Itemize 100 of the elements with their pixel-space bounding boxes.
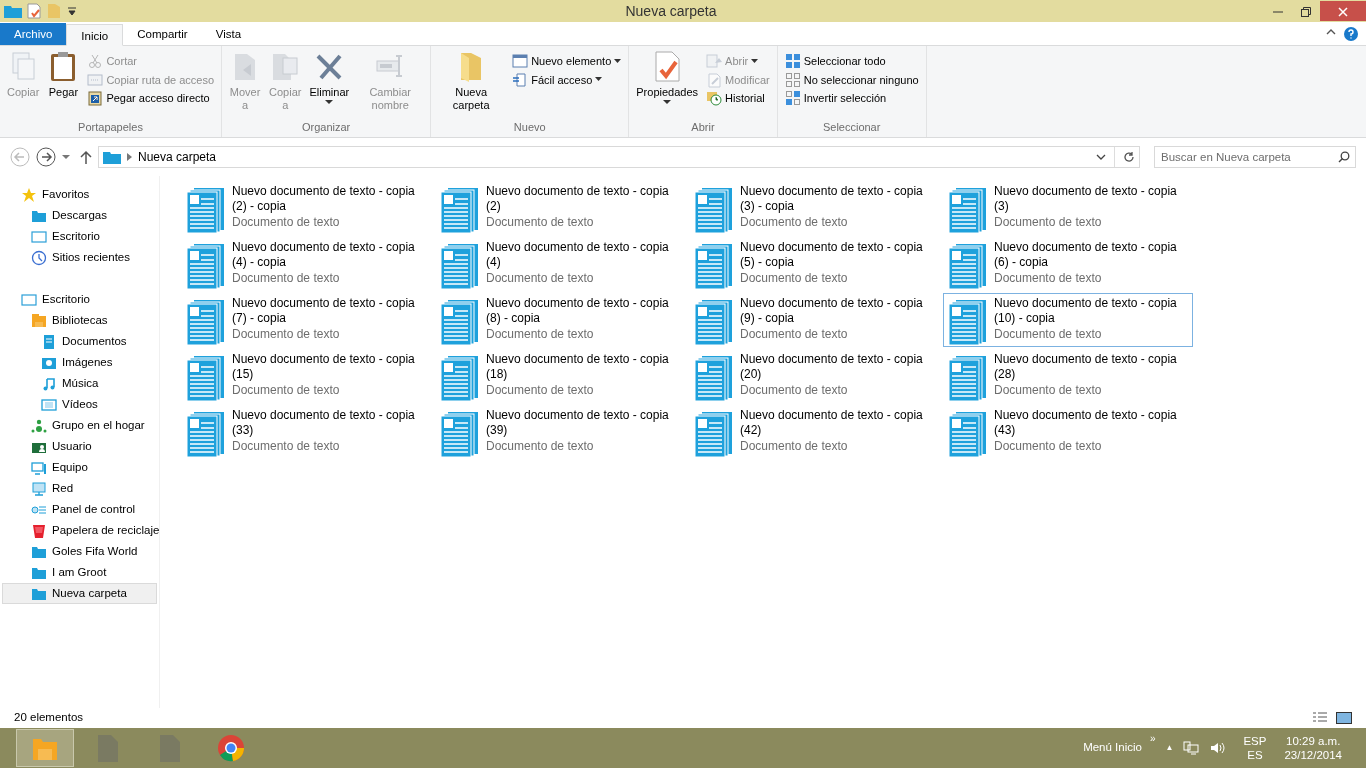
ribbon-button[interactable]: Nueva carpeta (435, 48, 508, 119)
details-view-icon[interactable] (1312, 711, 1328, 725)
sidebar-item[interactable]: Escritorio (2, 226, 157, 247)
ribbon-tab[interactable]: Compartir (123, 23, 202, 45)
tray-arrow[interactable]: ▲ (1165, 742, 1174, 754)
file-item[interactable]: Nuevo documento de texto - copia (42) Documento de texto (689, 405, 939, 459)
file-item[interactable]: Nuevo documento de texto - copia (9) - copia Documento de texto (689, 293, 939, 347)
ribbon-button[interactable]: Nuevo elemento (509, 52, 625, 71)
dropdown-icon[interactable] (1096, 153, 1106, 161)
ribbon-button[interactable]: Eliminar (306, 48, 353, 119)
sidebar-item[interactable]: Sitios recientes (2, 247, 157, 268)
sidebar-item[interactable]: Grupo en el hogar (2, 415, 157, 436)
search-icon[interactable] (1338, 151, 1350, 163)
network-icon[interactable] (1183, 740, 1200, 756)
file-item[interactable]: Nuevo documento de texto - copia (15) Documento de texto (181, 349, 431, 403)
ribbon-button[interactable]: Seleccionar todo (781, 52, 922, 71)
ribbon-button[interactable]: Pegar (44, 48, 83, 119)
file-item[interactable]: Nuevo documento de texto - copia (18) Documento de texto (435, 349, 685, 403)
clock-icon (31, 249, 47, 266)
sidebar-item[interactable]: Equipo (2, 457, 157, 478)
file-item[interactable]: Nuevo documento de texto - copia (2) - copia Documento de texto (181, 181, 431, 235)
ribbon-button[interactable]: Historial (703, 89, 773, 108)
chevron[interactable]: » (1149, 731, 1156, 747)
file-item[interactable]: Nuevo documento de texto - copia (5) - copia Documento de texto (689, 237, 939, 291)
large-icons-view-icon[interactable] (1336, 711, 1352, 725)
file-item[interactable]: Nuevo documento de texto - copia (8) - copia Documento de texto (435, 293, 685, 347)
file-item[interactable]: Nuevo documento de texto - copia (10) - copia Documento de texto (943, 293, 1193, 347)
document-icon (41, 333, 57, 350)
file-name: Nuevo documento de texto - copia (15) (232, 352, 416, 382)
sidebar-item[interactable]: Documentos (2, 331, 157, 352)
file-item[interactable]: Nuevo documento de texto - copia (39) Documento de texto (435, 405, 685, 459)
file-item[interactable]: Nuevo documento de texto - copia (4) - copia Documento de texto (181, 237, 431, 291)
ribbon-tab[interactable]: Vista (201, 23, 256, 45)
keyboard-layout[interactable]: ES (1247, 748, 1263, 763)
sidebar-item[interactable]: Escritorio (2, 289, 157, 310)
sidebar-item[interactable]: I am Groot (2, 562, 157, 583)
clock-time[interactable]: 10:29 a.m. (1286, 733, 1341, 748)
sidebar-item[interactable]: Usuario (2, 436, 157, 457)
speaker-icon[interactable] (1209, 740, 1226, 756)
text-document-icon (948, 242, 988, 290)
file-item[interactable]: Nuevo documento de texto - copia (3) - copia Documento de texto (689, 181, 939, 235)
file-item[interactable]: Nuevo documento de texto - copia (7) - copia Documento de texto (181, 293, 431, 347)
clock-date[interactable]: 23/12/2014 (1284, 748, 1342, 763)
file-tab[interactable]: Archivo (0, 23, 67, 45)
ribbon-button[interactable]: No seleccionar ninguno (781, 70, 922, 89)
ribbon-button[interactable]: Fácil acceso (509, 70, 625, 89)
help-icon[interactable] (1344, 27, 1358, 41)
sidebar-item[interactable]: Nueva carpeta (2, 583, 157, 604)
file-item[interactable]: Nuevo documento de texto - copia (2) Documento de texto (435, 181, 685, 235)
sidebar-item[interactable]: Goles Fifa World (2, 541, 157, 562)
address-field[interactable]: Nueva carpeta (98, 146, 1140, 168)
file-name: Nuevo documento de texto - copia (3) - copia (740, 184, 924, 214)
sidebar-item[interactable]: Bibliotecas (2, 310, 157, 331)
text-document-icon (948, 410, 988, 458)
file-name: Nuevo documento de texto - copia (39) (486, 408, 670, 438)
recent-locations-button[interactable] (62, 154, 70, 160)
file-name: Nuevo documento de texto - copia (4) - copia (232, 240, 416, 270)
file-item[interactable]: Nuevo documento de texto - copia (6) - copia Documento de texto (943, 237, 1193, 291)
file-item[interactable]: Nuevo documento de texto - copia (4) Documento de texto (435, 237, 685, 291)
sidebar-item[interactable]: Vídeos (2, 394, 157, 415)
sidebar-item[interactable]: Papelera de reciclaje (2, 520, 157, 541)
file-type: Documento de texto (486, 382, 595, 399)
customize-icon[interactable] (66, 5, 78, 17)
sidebar-item[interactable]: Favoritos (2, 184, 157, 205)
file-type: Documento de texto (740, 270, 849, 287)
file-type: Documento de texto (994, 382, 1103, 399)
file-name: Nuevo documento de texto - copia (43) (994, 408, 1178, 438)
file-item[interactable]: Nuevo documento de texto - copia (33) Documento de texto (181, 405, 431, 459)
language-indicator[interactable]: ESP (1243, 733, 1267, 748)
sidebar-item[interactable]: Música (2, 373, 157, 394)
sidebar-item[interactable]: Descargas (2, 205, 157, 226)
network-icon (31, 480, 47, 497)
forward-button[interactable] (36, 147, 56, 167)
refresh-icon[interactable] (1123, 151, 1135, 163)
ribbon-button[interactable]: Propiedades (633, 48, 702, 119)
ribbon-button[interactable]: Pegar acceso directo (84, 89, 218, 108)
history-icon (706, 90, 723, 107)
start-menu-label[interactable]: Menú Inicio (1083, 739, 1142, 757)
film-icon (41, 396, 57, 413)
file-item[interactable]: Nuevo documento de texto - copia (20) Documento de texto (689, 349, 939, 403)
file-item[interactable]: Nuevo documento de texto - copia (28) Documento de texto (943, 349, 1193, 403)
file-type: Documento de texto (232, 326, 341, 343)
restore-icon (1301, 6, 1311, 17)
back-button[interactable] (10, 147, 30, 167)
sidebar-item[interactable]: Panel de control (2, 499, 157, 520)
file-item[interactable]: Nuevo documento de texto - copia (43) Documento de texto (943, 405, 1193, 459)
open-icon (706, 53, 723, 70)
sidebar-item[interactable]: Red (2, 478, 157, 499)
sidebar-item[interactable]: Imágenes (2, 352, 157, 373)
file-item[interactable]: Nuevo documento de texto - copia (3) Documento de texto (943, 181, 1193, 235)
search-field[interactable]: Buscar en Nueva carpeta (1154, 146, 1356, 168)
text-document-icon (694, 354, 734, 402)
text-document-icon (948, 354, 988, 402)
ribbon-button[interactable]: Invertir selección (781, 89, 922, 108)
up-button[interactable] (80, 150, 92, 164)
collapse-ribbon-icon[interactable] (1326, 27, 1336, 37)
text-document-icon (186, 242, 226, 290)
ribbon-tab[interactable]: Inicio (66, 24, 124, 46)
monitor-icon (31, 228, 47, 245)
properties-icon[interactable] (26, 3, 42, 19)
